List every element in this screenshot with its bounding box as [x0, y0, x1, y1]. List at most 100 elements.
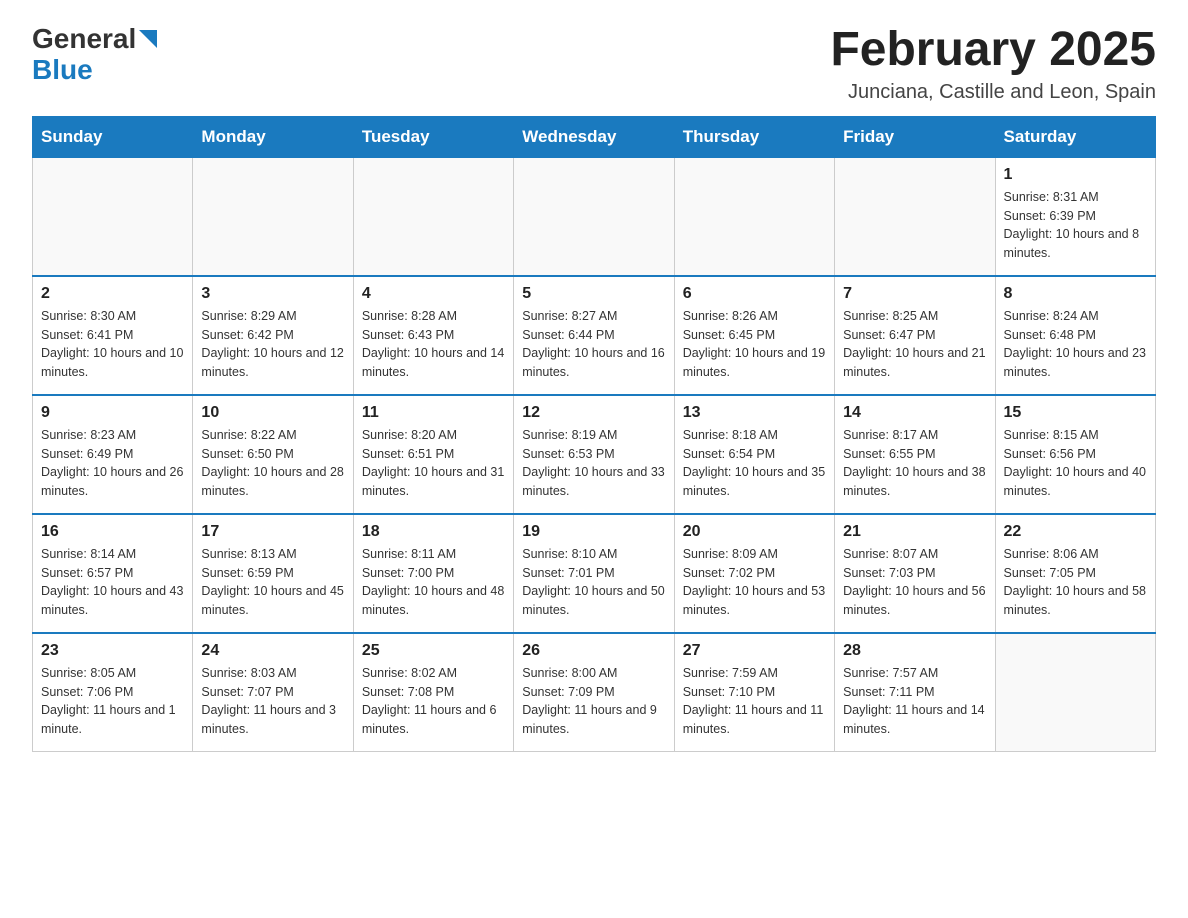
- day-number: 27: [683, 642, 826, 660]
- calendar-day-cell: 21 Sunrise: 8:07 AM Sunset: 7:03 PM Dayli…: [835, 514, 995, 633]
- day-of-week-header: Tuesday: [353, 116, 513, 157]
- day-number: 21: [843, 523, 986, 541]
- day-info: Sunrise: 8:28 AM Sunset: 6:43 PM Dayligh…: [362, 307, 505, 382]
- day-number: 28: [843, 642, 986, 660]
- calendar-day-cell: 13 Sunrise: 8:18 AM Sunset: 6:54 PM Dayli…: [674, 395, 834, 514]
- calendar-day-cell: 1 Sunrise: 8:31 AM Sunset: 6:39 PM Daylig…: [995, 157, 1155, 276]
- day-info: Sunrise: 8:09 AM Sunset: 7:02 PM Dayligh…: [683, 545, 826, 620]
- day-number: 20: [683, 523, 826, 541]
- calendar-week-row: 23 Sunrise: 8:05 AM Sunset: 7:06 PM Dayli…: [33, 633, 1156, 752]
- calendar-day-cell: 2 Sunrise: 8:30 AM Sunset: 6:41 PM Daylig…: [33, 276, 193, 395]
- day-number: 4: [362, 285, 505, 303]
- day-info: Sunrise: 8:10 AM Sunset: 7:01 PM Dayligh…: [522, 545, 665, 620]
- calendar-header-row: SundayMondayTuesdayWednesdayThursdayFrid…: [33, 116, 1156, 157]
- day-number: 23: [41, 642, 184, 660]
- calendar-day-cell: 22 Sunrise: 8:06 AM Sunset: 7:05 PM Dayli…: [995, 514, 1155, 633]
- calendar-day-cell: 9 Sunrise: 8:23 AM Sunset: 6:49 PM Daylig…: [33, 395, 193, 514]
- day-info: Sunrise: 7:59 AM Sunset: 7:10 PM Dayligh…: [683, 664, 826, 739]
- day-number: 9: [41, 404, 184, 422]
- day-info: Sunrise: 8:03 AM Sunset: 7:07 PM Dayligh…: [201, 664, 344, 739]
- day-of-week-header: Friday: [835, 116, 995, 157]
- calendar-day-cell: 5 Sunrise: 8:27 AM Sunset: 6:44 PM Daylig…: [514, 276, 674, 395]
- calendar-day-cell: 10 Sunrise: 8:22 AM Sunset: 6:50 PM Dayli…: [193, 395, 353, 514]
- calendar-day-cell: 27 Sunrise: 7:59 AM Sunset: 7:10 PM Dayli…: [674, 633, 834, 752]
- day-info: Sunrise: 8:00 AM Sunset: 7:09 PM Dayligh…: [522, 664, 665, 739]
- calendar-day-cell: 25 Sunrise: 8:02 AM Sunset: 7:08 PM Dayli…: [353, 633, 513, 752]
- day-number: 10: [201, 404, 344, 422]
- day-number: 1: [1004, 166, 1147, 184]
- day-number: 19: [522, 523, 665, 541]
- calendar-day-cell: 15Sunrise: 8:15 AM Sunset: 6:56 PM Dayli…: [995, 395, 1155, 514]
- calendar-week-row: 1 Sunrise: 8:31 AM Sunset: 6:39 PM Daylig…: [33, 157, 1156, 276]
- day-info: Sunrise: 8:31 AM Sunset: 6:39 PM Dayligh…: [1004, 188, 1147, 263]
- location-subtitle: Junciana, Castille and Leon, Spain: [830, 81, 1156, 104]
- calendar-day-cell: [995, 633, 1155, 752]
- calendar-day-cell: 20 Sunrise: 8:09 AM Sunset: 7:02 PM Dayli…: [674, 514, 834, 633]
- calendar-day-cell: 4 Sunrise: 8:28 AM Sunset: 6:43 PM Daylig…: [353, 276, 513, 395]
- day-info: Sunrise: 8:24 AM Sunset: 6:48 PM Dayligh…: [1004, 307, 1147, 382]
- day-info: Sunrise: 8:05 AM Sunset: 7:06 PM Dayligh…: [41, 664, 184, 739]
- day-of-week-header: Monday: [193, 116, 353, 157]
- title-block: February 2025 Junciana, Castille and Leo…: [830, 24, 1156, 104]
- day-info: Sunrise: 8:27 AM Sunset: 6:44 PM Dayligh…: [522, 307, 665, 382]
- day-info: Sunrise: 8:06 AM Sunset: 7:05 PM Dayligh…: [1004, 545, 1147, 620]
- calendar-day-cell: 23 Sunrise: 8:05 AM Sunset: 7:06 PM Dayli…: [33, 633, 193, 752]
- calendar-day-cell: 26 Sunrise: 8:00 AM Sunset: 7:09 PM Dayli…: [514, 633, 674, 752]
- calendar-day-cell: 18 Sunrise: 8:11 AM Sunset: 7:00 PM Dayli…: [353, 514, 513, 633]
- calendar-day-cell: 6 Sunrise: 8:26 AM Sunset: 6:45 PM Daylig…: [674, 276, 834, 395]
- calendar-day-cell: [193, 157, 353, 276]
- calendar-day-cell: [674, 157, 834, 276]
- calendar-day-cell: 11 Sunrise: 8:20 AM Sunset: 6:51 PM Dayli…: [353, 395, 513, 514]
- day-number: 3: [201, 285, 344, 303]
- day-number: 6: [683, 285, 826, 303]
- day-number: 11: [362, 404, 505, 422]
- day-number: 26: [522, 642, 665, 660]
- day-info: Sunrise: 8:11 AM Sunset: 7:00 PM Dayligh…: [362, 545, 505, 620]
- day-info: Sunrise: 8:02 AM Sunset: 7:08 PM Dayligh…: [362, 664, 505, 739]
- day-number: 12: [522, 404, 665, 422]
- calendar-day-cell: 3 Sunrise: 8:29 AM Sunset: 6:42 PM Daylig…: [193, 276, 353, 395]
- day-number: 22: [1004, 523, 1147, 541]
- day-info: Sunrise: 8:07 AM Sunset: 7:03 PM Dayligh…: [843, 545, 986, 620]
- day-number: 18: [362, 523, 505, 541]
- day-info: Sunrise: 8:30 AM Sunset: 6:41 PM Dayligh…: [41, 307, 184, 382]
- day-info: Sunrise: 8:18 AM Sunset: 6:54 PM Dayligh…: [683, 426, 826, 501]
- day-number: 25: [362, 642, 505, 660]
- day-number: 17: [201, 523, 344, 541]
- logo-general: General: [32, 24, 136, 55]
- calendar-day-cell: 16Sunrise: 8:14 AM Sunset: 6:57 PM Dayli…: [33, 514, 193, 633]
- day-of-week-header: Sunday: [33, 116, 193, 157]
- day-number: 5: [522, 285, 665, 303]
- day-of-week-header: Thursday: [674, 116, 834, 157]
- calendar-day-cell: 12 Sunrise: 8:19 AM Sunset: 6:53 PM Dayli…: [514, 395, 674, 514]
- day-of-week-header: Wednesday: [514, 116, 674, 157]
- day-info: Sunrise: 8:13 AM Sunset: 6:59 PM Dayligh…: [201, 545, 344, 620]
- calendar-day-cell: 17 Sunrise: 8:13 AM Sunset: 6:59 PM Dayli…: [193, 514, 353, 633]
- day-info: Sunrise: 8:22 AM Sunset: 6:50 PM Dayligh…: [201, 426, 344, 501]
- day-info: Sunrise: 8:20 AM Sunset: 6:51 PM Dayligh…: [362, 426, 505, 501]
- calendar-day-cell: 28Sunrise: 7:57 AM Sunset: 7:11 PM Dayli…: [835, 633, 995, 752]
- logo-triangle-icon: [139, 30, 157, 48]
- day-info: Sunrise: 8:17 AM Sunset: 6:55 PM Dayligh…: [843, 426, 986, 501]
- day-info: Sunrise: 8:29 AM Sunset: 6:42 PM Dayligh…: [201, 307, 344, 382]
- logo: General Blue: [32, 24, 157, 86]
- page-header: General Blue February 2025 Junciana, Cas…: [32, 24, 1156, 104]
- day-number: 14: [843, 404, 986, 422]
- calendar-week-row: 2 Sunrise: 8:30 AM Sunset: 6:41 PM Daylig…: [33, 276, 1156, 395]
- day-info: Sunrise: 8:23 AM Sunset: 6:49 PM Dayligh…: [41, 426, 184, 501]
- calendar-day-cell: [514, 157, 674, 276]
- logo-blue: Blue: [32, 55, 93, 86]
- calendar-day-cell: 14 Sunrise: 8:17 AM Sunset: 6:55 PM Dayli…: [835, 395, 995, 514]
- day-info: Sunrise: 8:26 AM Sunset: 6:45 PM Dayligh…: [683, 307, 826, 382]
- calendar-day-cell: 7Sunrise: 8:25 AM Sunset: 6:47 PM Daylig…: [835, 276, 995, 395]
- calendar-day-cell: 8 Sunrise: 8:24 AM Sunset: 6:48 PM Daylig…: [995, 276, 1155, 395]
- day-number: 13: [683, 404, 826, 422]
- day-of-week-header: Saturday: [995, 116, 1155, 157]
- calendar-table: SundayMondayTuesdayWednesdayThursdayFrid…: [32, 116, 1156, 752]
- calendar-week-row: 16Sunrise: 8:14 AM Sunset: 6:57 PM Dayli…: [33, 514, 1156, 633]
- day-number: 16: [41, 523, 184, 541]
- day-number: 2: [41, 285, 184, 303]
- day-info: Sunrise: 8:19 AM Sunset: 6:53 PM Dayligh…: [522, 426, 665, 501]
- day-number: 8: [1004, 285, 1147, 303]
- month-title: February 2025: [830, 24, 1156, 77]
